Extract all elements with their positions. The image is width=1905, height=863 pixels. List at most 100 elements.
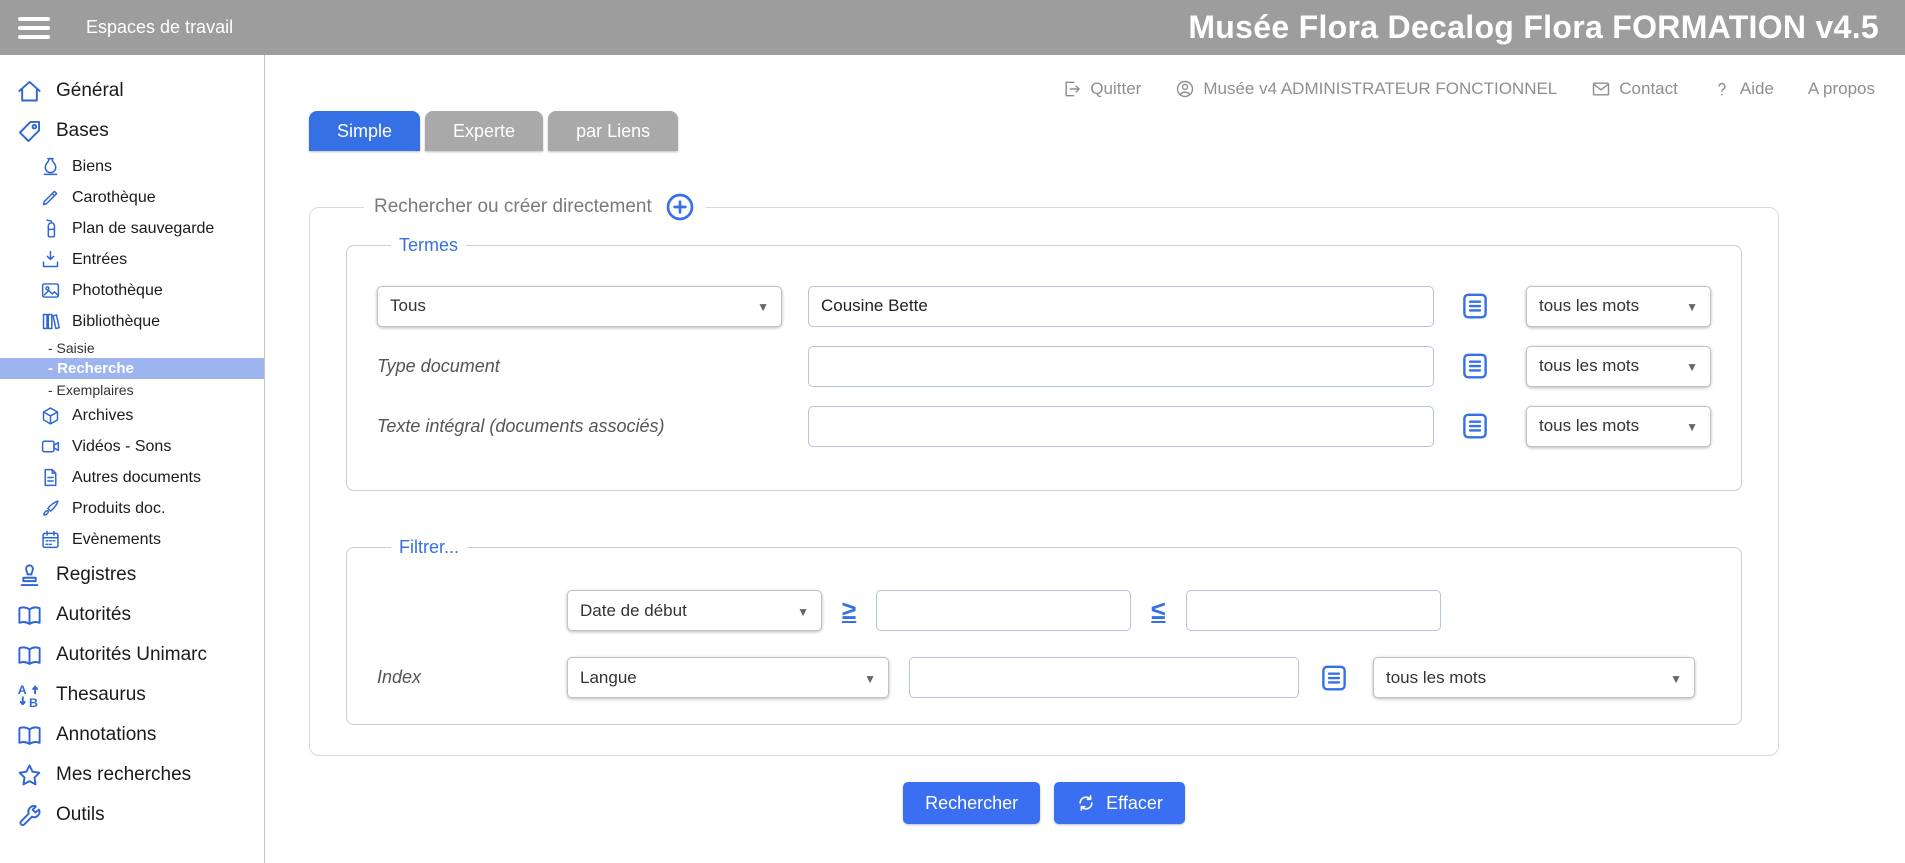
app-title: Musée Flora Decalog Flora FORMATION v4.5 [1188, 9, 1879, 45]
sidebar-item-evenements[interactable]: Evènements [0, 524, 264, 555]
chevron-down-icon [1676, 416, 1698, 436]
date-filter-row: Date de début ≥ ≤ [377, 590, 1711, 631]
termes-legend: Termes [399, 235, 459, 255]
inbox-arrow-icon [40, 249, 61, 270]
index-list-icon [1460, 351, 1490, 381]
index-field-select[interactable]: Langue [567, 657, 889, 698]
term-row: Texte intégral (documents associés) tous… [377, 404, 1711, 448]
brush-icon [40, 498, 61, 519]
field-select-value: Tous [390, 296, 426, 315]
sidebar-item-bibliotheque[interactable]: Bibliothèque [0, 306, 264, 337]
sidebar-item-thesaurus[interactable]: Thesaurus [0, 675, 264, 715]
mode-select-value: tous les mots [1539, 416, 1640, 435]
fire-extinguisher-icon [40, 218, 61, 239]
mode-select-value: tous les mots [1539, 296, 1640, 315]
sidebar-item-recherche[interactable]: - Recherche [0, 358, 264, 379]
current-user[interactable]: Musée v4 ADMINISTRATEUR FONCTIONNEL [1175, 79, 1557, 99]
menu-button[interactable] [0, 12, 50, 44]
core-sample-icon [40, 187, 61, 208]
mode-select[interactable]: tous les mots [1526, 405, 1711, 447]
chevron-down-icon [1676, 296, 1698, 316]
sidebar-item-plan-de-sauvegarde[interactable]: Plan de sauvegarde [0, 213, 264, 244]
index-list-button[interactable] [1460, 349, 1494, 383]
index-input[interactable] [909, 657, 1299, 698]
chevron-down-icon [1660, 668, 1682, 688]
sort-alpha-icon [16, 682, 43, 709]
index-list-button[interactable] [1319, 661, 1353, 695]
archive-box-icon [40, 405, 61, 426]
search-button-label: Rechercher [925, 792, 1019, 813]
sidebar-item-phototheque[interactable]: Photothèque [0, 275, 264, 306]
texte-integral-input[interactable] [808, 405, 1434, 447]
date-to-input[interactable] [1185, 590, 1441, 631]
sidebar-item-saisie[interactable]: - Saisie [0, 337, 264, 358]
index-list-button[interactable] [1460, 289, 1494, 323]
sidebar-item-exemplaires[interactable]: - Exemplaires [0, 379, 264, 400]
sidebar-item-videos-sons[interactable]: Vidéos - Sons [0, 431, 264, 462]
home-icon [16, 78, 43, 105]
plus-circle-icon [664, 191, 696, 223]
field-select[interactable]: Tous [377, 285, 782, 327]
hamburger-icon [18, 16, 50, 39]
search-panel-legend-text: Rechercher ou créer directement [374, 196, 652, 217]
mode-select-value: tous les mots [1539, 356, 1640, 375]
tab-par-liens[interactable]: par Liens [548, 111, 679, 151]
wrench-icon [16, 802, 43, 829]
sidebar-item-produits-doc[interactable]: Produits doc. [0, 493, 264, 524]
help-button[interactable]: Aide [1712, 79, 1774, 99]
sidebar-item-autorites[interactable]: Autorités [0, 595, 264, 635]
user-label: Musée v4 ADMINISTRATEUR FONCTIONNEL [1203, 79, 1558, 98]
sidebar-item-label: Vidéos - Sons [72, 437, 172, 455]
type-document-input[interactable] [808, 345, 1434, 387]
clear-button[interactable]: Effacer [1054, 782, 1185, 824]
contact-button[interactable]: Contact [1591, 79, 1678, 99]
date-from-input[interactable] [876, 590, 1132, 631]
sidebar-item-bases[interactable]: Bases [0, 111, 264, 151]
index-field-select-value: Langue [580, 667, 637, 687]
tag-icon [16, 118, 43, 145]
sidebar-item-label: Produits doc. [72, 499, 166, 517]
sidebar-item-entrees[interactable]: Entrées [0, 244, 264, 275]
less-equal-symbol: ≤ [1151, 595, 1166, 625]
sidebar-item-label: Thesaurus [56, 684, 146, 705]
index-list-button[interactable] [1460, 409, 1494, 443]
sidebar-item-archives[interactable]: Archives [0, 400, 264, 431]
mail-icon [1591, 79, 1611, 99]
search-panel: Rechercher ou créer directement Termes T… [309, 191, 1779, 756]
mode-select[interactable]: tous les mots [1526, 345, 1711, 387]
chevron-down-icon [854, 668, 876, 688]
about-button[interactable]: A propos [1808, 79, 1875, 99]
workspace-label: Espaces de travail [86, 17, 234, 37]
tab-simple[interactable]: Simple [309, 111, 421, 151]
index-mode-select[interactable]: tous les mots [1373, 657, 1695, 698]
sidebar-item-autorites-unimarc[interactable]: Autorités Unimarc [0, 635, 264, 675]
user-icon [1175, 79, 1195, 99]
refresh-icon [1076, 793, 1096, 813]
sidebar-item-label: Biens [72, 157, 113, 175]
index-mode-select-value: tous les mots [1386, 667, 1487, 687]
user-toolbar: Quitter Musée v4 ADMINISTRATEUR FONCTION… [265, 55, 1905, 101]
sidebar-item-label: Archives [72, 406, 134, 424]
term-row: Type document tous les mots [377, 344, 1711, 388]
sidebar-item-annotations[interactable]: Annotations [0, 715, 264, 755]
index-filter-row: Index Langue tous les mots [377, 657, 1711, 698]
quit-button[interactable]: Quitter [1062, 79, 1141, 99]
sidebar-item-mes-recherches[interactable]: Mes recherches [0, 755, 264, 795]
main-content: Quitter Musée v4 ADMINISTRATEUR FONCTION… [265, 55, 1905, 863]
filtrer-fieldset: Filtrer... Date de début ≥ ≤ Index Lan [346, 537, 1742, 725]
texte-integral-label: Texte intégral (documents associés) [377, 415, 665, 436]
tab-experte[interactable]: Experte [425, 111, 544, 151]
sidebar-item-registres[interactable]: Registres [0, 555, 264, 595]
star-icon [16, 762, 43, 789]
search-button[interactable]: Rechercher [903, 782, 1041, 824]
sidebar-item-general[interactable]: Général [0, 71, 264, 111]
sidebar-item-outils[interactable]: Outils [0, 795, 264, 835]
date-field-select[interactable]: Date de début [567, 590, 822, 631]
logout-icon [1062, 79, 1082, 99]
add-button[interactable] [664, 191, 696, 223]
term-input[interactable] [808, 285, 1434, 327]
sidebar-item-autres-documents[interactable]: Autres documents [0, 462, 264, 493]
mode-select[interactable]: tous les mots [1526, 285, 1711, 327]
sidebar-item-biens[interactable]: Biens [0, 151, 264, 182]
sidebar-item-carotheque[interactable]: Carothèque [0, 182, 264, 213]
